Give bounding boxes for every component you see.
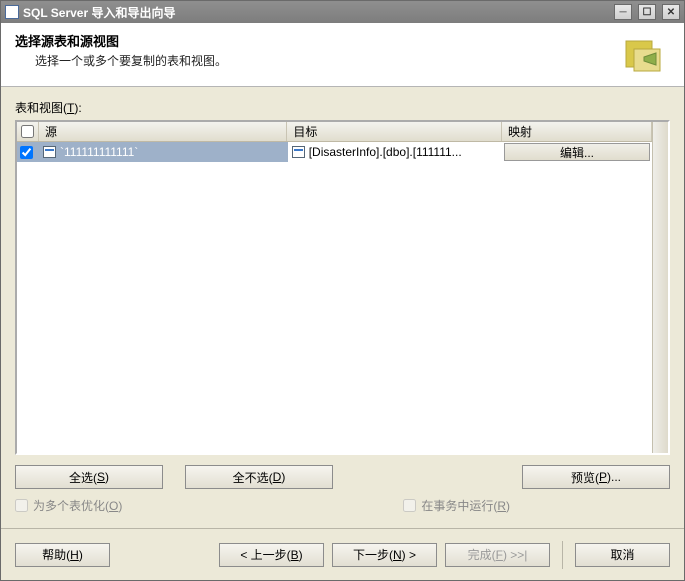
page-title: 选择源表和源视图 [15,31,622,50]
col-header-source[interactable]: 源 [39,122,287,141]
window-title: SQL Server 导入和导出向导 [23,4,176,21]
footer: 帮助(H) < 上一步(B) 下一步(N) > 完成(F) >>| 取消 [1,528,684,580]
run-in-transaction-input [403,499,416,512]
selection-buttons-row: 全选(S) 全不选(D) 预览(P)... [15,465,670,489]
row-source-text: `111111111111` [60,145,138,159]
footer-separator [562,541,563,569]
col-header-checkbox[interactable] [17,122,39,141]
col-header-mapping[interactable]: 映射 [502,122,652,141]
table-icon [43,146,56,158]
tables-views-label: 表和视图(T): [15,99,670,116]
select-all-button[interactable]: 全选(S) [15,465,163,489]
close-button[interactable]: ✕ [662,4,680,20]
vertical-scrollbar[interactable] [652,122,668,453]
cancel-button[interactable]: 取消 [575,543,670,567]
preview-button[interactable]: 预览(P)... [522,465,670,489]
next-button[interactable]: 下一步(N) > [332,543,437,567]
optimize-multi-input [15,499,28,512]
grid-body: `111111111111` [DisasterInfo].[dbo].[111… [17,142,652,453]
select-all-checkbox[interactable] [21,125,34,138]
titlebar: SQL Server 导入和导出向导 ─ ☐ ✕ [1,1,684,23]
deselect-all-button[interactable]: 全不选(D) [185,465,333,489]
app-icon [5,5,19,19]
optimize-multi-checkbox: 为多个表优化(O) [15,497,122,514]
back-button[interactable]: < 上一步(B) [219,543,324,567]
table-icon [292,146,305,158]
grid-header: 源 目标 映射 [17,122,652,142]
wizard-icon [622,35,664,77]
wizard-window: SQL Server 导入和导出向导 ─ ☐ ✕ 选择源表和源视图 选择一个或多… [0,0,685,581]
maximize-button[interactable]: ☐ [638,4,656,20]
body: 表和视图(T): 源 目标 映射 [1,87,684,522]
row-mapping-cell: 编辑... [502,142,652,162]
row-target-text: [DisasterInfo].[dbo].[111111... [309,145,462,159]
options-row: 为多个表优化(O) 在事务中运行(R) [15,497,670,514]
help-button[interactable]: 帮助(H) [15,543,110,567]
row-source-cell[interactable]: `111111111111` [39,142,288,162]
header: 选择源表和源视图 选择一个或多个要复制的表和视图。 [1,23,684,87]
row-target-cell[interactable]: [DisasterInfo].[dbo].[111111... [288,142,502,162]
row-checkbox[interactable] [20,146,33,159]
tables-grid[interactable]: 源 目标 映射 `111111111111` [15,120,670,455]
finish-button: 完成(F) >>| [445,543,550,567]
col-header-target[interactable]: 目标 [287,122,502,141]
page-subtitle: 选择一个或多个要复制的表和视图。 [15,52,622,69]
edit-mapping-button[interactable]: 编辑... [504,143,650,161]
table-row[interactable]: `111111111111` [DisasterInfo].[dbo].[111… [17,142,652,162]
minimize-button[interactable]: ─ [614,4,632,20]
run-in-transaction-checkbox: 在事务中运行(R) [403,497,510,514]
